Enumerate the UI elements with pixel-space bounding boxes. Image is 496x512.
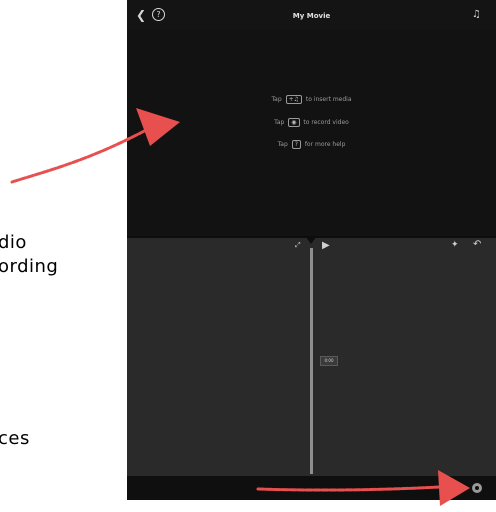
settings-gear-icon[interactable] [472,483,482,493]
side-text-recording: ording [0,256,59,277]
project-title: My Movie [292,12,331,20]
hint-prefix: Tap [277,141,288,148]
camera-icon: ◉ [288,118,300,127]
hint-suffix: to record video [303,119,349,126]
playhead[interactable] [310,248,313,474]
top-toolbar: ❮ ? My Movie ♫ [127,0,496,30]
help-box-icon: ? [291,140,301,149]
bottom-toolbar [127,476,496,500]
side-text-places: ces [0,428,30,449]
hint-suffix: to insert media [305,96,352,103]
hint-suffix: for more help [304,141,346,148]
audio-waveform-icon[interactable]: ✦ [451,240,459,250]
hint-prefix: Tap [271,96,282,103]
hint-more-help: Tap ? for more help [127,140,496,149]
video-preview-area: Tap +♫ to insert media Tap ◉ to record v… [127,30,496,236]
hint-prefix: Tap [274,119,285,126]
media-library-icon[interactable]: ♫ [472,9,481,21]
hint-insert-media: Tap +♫ to insert media [127,95,496,104]
side-text-audio: dio [0,232,27,253]
clip-duration-label: 0:00 [320,356,338,366]
expand-icon[interactable]: ⤢ [295,241,301,250]
hint-record-video: Tap ◉ to record video [127,118,496,127]
play-icon[interactable]: ▶ [322,240,330,251]
insert-media-icon: +♫ [285,95,302,104]
undo-icon[interactable]: ↶ [473,239,481,250]
playhead-marker [305,236,317,244]
imovie-window: ❮ ? My Movie ♫ Tap +♫ to insert media Ta… [127,0,496,500]
